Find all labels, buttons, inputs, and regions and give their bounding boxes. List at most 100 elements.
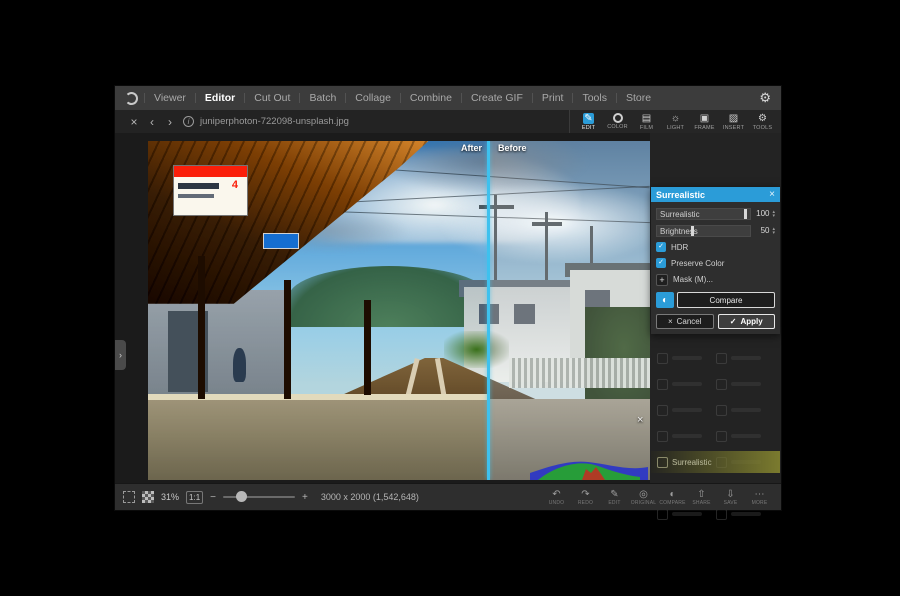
app-logo-icon — [125, 92, 138, 105]
toolbar-redo-button[interactable]: ↷REDO — [572, 489, 599, 506]
menu-item-print[interactable]: Print — [533, 92, 573, 104]
menu-item-cutout[interactable]: Cut Out — [245, 92, 299, 104]
slider-thumb[interactable] — [744, 209, 747, 219]
dimmed-tool-item — [657, 397, 716, 423]
settings-gear-icon[interactable]: ⚙ — [759, 90, 771, 106]
toolbar-compare-button[interactable]: ◐COMPARE — [659, 489, 686, 506]
tools-icon: ⚙ — [757, 113, 768, 124]
before-after-divider[interactable] — [487, 141, 490, 480]
film-icon: ▤ — [641, 113, 652, 124]
frame-icon: ▣ — [699, 113, 710, 124]
preserve-color-checkbox[interactable]: ✓ — [656, 258, 666, 268]
tab-color[interactable]: COLOR — [603, 113, 632, 130]
redo-icon: ↷ — [581, 489, 589, 500]
menu-item-collage[interactable]: Collage — [346, 92, 400, 104]
zoom-slider[interactable] — [223, 496, 295, 498]
surrealistic-slider-row: Surrealistic 100 ▴▾ — [656, 207, 775, 220]
editor-content: › — [115, 133, 781, 483]
menu-item-combine[interactable]: Combine — [401, 92, 461, 104]
surrealistic-value: 100 — [754, 209, 769, 218]
tool-tab-strip: ✎ EDIT COLOR ▤ FILM ☼ LIGHT ▣ FRAME ▨ IN… — [569, 110, 781, 133]
left-panel-expander[interactable]: › — [115, 340, 126, 370]
menu-item-viewer[interactable]: Viewer — [145, 92, 195, 104]
actual-size-button[interactable]: 1:1 — [186, 491, 203, 504]
mask-plus-icon[interactable]: + — [656, 274, 668, 286]
hills — [289, 266, 490, 327]
dimmed-tool-item — [657, 423, 716, 449]
dialog-header[interactable]: Surrealistic × — [651, 187, 780, 202]
dimmed-tool-item — [716, 423, 775, 449]
tab-film[interactable]: ▤ FILM — [632, 113, 661, 131]
undo-icon: ↶ — [552, 489, 560, 500]
tab-frame[interactable]: ▣ FRAME — [690, 113, 719, 131]
spinner[interactable]: ▴▾ — [772, 227, 775, 235]
zoom-out-button[interactable]: − — [210, 492, 216, 503]
mask-row[interactable]: + Mask (M)... — [656, 273, 775, 286]
share-icon: ⇧ — [697, 489, 705, 500]
toolbar-more-button[interactable]: ⋯MORE — [746, 489, 773, 506]
apply-button[interactable]: ✓ Apply — [718, 314, 776, 329]
toolbar-edit-button[interactable]: ✎EDIT — [601, 489, 628, 506]
dimmed-tool-item — [716, 397, 775, 423]
tab-edit[interactable]: ✎ EDIT — [574, 113, 603, 131]
sign-text-bar — [178, 194, 213, 198]
tab-light[interactable]: ☼ LIGHT — [661, 113, 690, 131]
dimmed-tool-item — [657, 371, 716, 397]
histogram-close-icon[interactable]: × — [637, 414, 643, 426]
pole-crossbar — [532, 222, 562, 226]
selected-tool-surrealistic[interactable]: Surrealistic — [651, 451, 780, 473]
app-window: Viewer Editor Cut Out Batch Collage Comb… — [115, 86, 781, 510]
more-icon: ⋯ — [755, 489, 765, 500]
toolbar-original-button[interactable]: ◎ORIGINAL — [630, 489, 657, 506]
brightness-slider[interactable]: Brightness — [656, 225, 751, 237]
fit-screen-icon[interactable] — [123, 491, 135, 503]
zoom-in-button[interactable]: + — [302, 492, 308, 503]
edit-icon: ✎ — [610, 489, 618, 500]
close-file-button[interactable]: × — [125, 115, 143, 129]
toolbar-save-button[interactable]: ⇩SAVE — [717, 489, 744, 506]
light-icon: ☼ — [670, 113, 681, 124]
file-bar: × ‹ › i juniperphoton-722098-unsplash.jp… — [115, 110, 781, 133]
dialog-close-icon[interactable]: × — [769, 189, 775, 200]
zoom-slider-thumb[interactable] — [236, 491, 247, 502]
prev-file-button[interactable]: ‹ — [143, 115, 161, 129]
menu-item-editor[interactable]: Editor — [196, 92, 244, 104]
after-label: After — [461, 143, 482, 153]
surrealistic-slider[interactable]: Surrealistic — [656, 208, 751, 220]
menu-item-create-gif[interactable]: Create GIF — [462, 92, 532, 104]
info-icon[interactable]: i — [183, 116, 194, 127]
menu-item-store[interactable]: Store — [617, 92, 660, 104]
roof-post — [284, 280, 291, 399]
roof-post — [364, 300, 371, 395]
cancel-button[interactable]: × Cancel — [656, 314, 714, 329]
menu-item-batch[interactable]: Batch — [300, 92, 345, 104]
slider-thumb[interactable] — [691, 226, 694, 236]
histogram — [530, 452, 648, 480]
tab-tools[interactable]: ⚙ TOOLS — [748, 113, 777, 131]
sign-red-bar — [174, 166, 247, 178]
save-icon: ⇩ — [726, 489, 734, 500]
sign-text-bar — [178, 183, 218, 189]
next-file-button[interactable]: › — [161, 115, 179, 129]
hdr-checkbox-row[interactable]: ✓ HDR — [656, 241, 775, 253]
before-label: Before — [498, 143, 527, 153]
compare-button[interactable]: Compare — [677, 292, 775, 308]
dimmed-tool-item — [657, 345, 716, 371]
apply-check-icon: ✓ — [730, 317, 737, 326]
preserve-color-checkbox-row[interactable]: ✓ Preserve Color — [656, 257, 775, 269]
dimmed-tool-item — [716, 345, 775, 371]
window — [514, 304, 534, 324]
toolbar-undo-button[interactable]: ↶UNDO — [543, 489, 570, 506]
compare-toggle-icon[interactable]: ◐ — [656, 292, 674, 308]
brightness-value: 50 — [754, 226, 769, 235]
tab-insert[interactable]: ▨ INSERT — [719, 113, 748, 131]
photo-canvas[interactable]: 4 — [148, 141, 650, 480]
toolbar-share-button[interactable]: ⇧SHARE — [688, 489, 715, 506]
surrealistic-dialog: Surrealistic × Surrealistic 100 ▴▾ Br — [651, 187, 780, 334]
background-checker-icon[interactable] — [142, 491, 154, 503]
spinner[interactable]: ▴▾ — [772, 210, 775, 218]
brightness-slider-row: Brightness 50 ▴▾ — [656, 224, 775, 237]
menu-item-tools[interactable]: Tools — [573, 92, 616, 104]
hdr-checkbox[interactable]: ✓ — [656, 242, 666, 252]
mask-label: Mask (M)... — [673, 275, 713, 284]
